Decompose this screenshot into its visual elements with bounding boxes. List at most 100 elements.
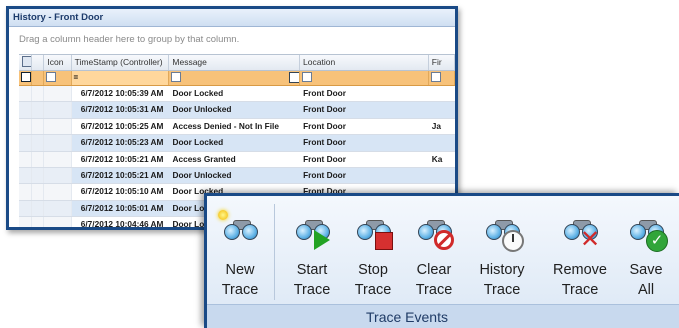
table-row[interactable]: 6/7/2012 10:05:25 AM Access Denied - Not…	[19, 118, 455, 136]
column-chooser-icon[interactable]	[22, 56, 31, 68]
row-icon-cell	[44, 217, 72, 227]
new-trace-button[interactable]: New Trace	[209, 196, 271, 304]
cell-timestamp: 6/7/2012 10:05:21 AM	[80, 153, 164, 164]
row-icon-cell	[44, 200, 72, 217]
save-all-button[interactable]: ✓ Save All	[621, 196, 671, 304]
filter-cell-spacer	[32, 71, 45, 85]
clear-filter-icon[interactable]	[21, 71, 31, 82]
row-indicator[interactable]	[19, 118, 32, 135]
save-all-icon: ✓	[626, 210, 668, 254]
row-indicator[interactable]	[19, 184, 32, 200]
column-chooser-header[interactable]	[19, 55, 32, 70]
history-window-title: History - Front Door	[9, 9, 455, 27]
cell-first-name: Ja	[431, 120, 442, 131]
cell-message: Door Unlocked	[172, 169, 232, 180]
table-row[interactable]: 6/7/2012 10:05:21 AM Door Unlocked Front…	[19, 167, 455, 185]
cell-location: Front Door	[303, 169, 346, 180]
row-indicator[interactable]	[19, 135, 32, 151]
row-spacer	[31, 135, 45, 151]
cell-timestamp: 6/7/2012 10:05:31 AM	[80, 104, 164, 115]
header-spacer	[32, 55, 45, 70]
start-trace-button[interactable]: Start Trace	[283, 196, 341, 304]
clear-filter-icon[interactable]	[289, 72, 300, 83]
cell-timestamp: 6/7/2012 10:05:23 AM	[80, 137, 164, 148]
cell-location: Front Door	[303, 153, 346, 164]
trace-ribbon: New Trace Start Trace Stop Trace Clear T…	[204, 193, 679, 328]
filter-row: = ▼	[19, 71, 455, 86]
group-by-drop-area[interactable]: Drag a column header here to group by th…	[9, 27, 455, 49]
button-label-line1: Remove	[553, 262, 607, 278]
filter-operator-icon[interactable]	[46, 71, 57, 82]
row-indicator[interactable]	[19, 151, 32, 167]
new-trace-icon	[218, 210, 260, 254]
cell-first-name	[429, 86, 455, 101]
start-trace-icon	[292, 210, 332, 254]
row-indicator[interactable]	[19, 86, 32, 102]
button-label-line2: All	[637, 282, 655, 298]
header-first-name[interactable]: Fir	[429, 55, 455, 70]
row-icon-cell	[44, 184, 72, 200]
cell-location: Front Door	[303, 120, 346, 131]
button-label-line2: Trace	[293, 282, 331, 298]
button-label-line2: Trace	[221, 282, 259, 298]
row-indicator[interactable]	[19, 200, 32, 217]
cell-location: Front Door	[303, 137, 346, 148]
filter-operator-icon[interactable]	[171, 71, 182, 82]
filter-icon-cell[interactable]	[44, 71, 72, 85]
cell-timestamp: 6/7/2012 10:04:46 AM	[80, 219, 164, 230]
header-location[interactable]: Location	[300, 55, 429, 70]
row-spacer	[31, 200, 45, 217]
button-label-line1: Start	[296, 262, 328, 278]
cell-first-name	[429, 168, 455, 183]
filter-operator-icon[interactable]	[302, 71, 313, 82]
table-row[interactable]: 6/7/2012 10:05:31 AM Door Unlocked Front…	[19, 102, 455, 119]
clear-trace-button[interactable]: Clear Trace	[405, 196, 463, 304]
grid-header-row: Icon TimeStamp (Controller) Message Loca…	[19, 54, 455, 71]
header-icon[interactable]: Icon	[44, 55, 72, 70]
cell-timestamp: 6/7/2012 10:05:01 AM	[80, 202, 164, 213]
filter-timestamp[interactable]: =	[71, 71, 170, 85]
stop-trace-button[interactable]: Stop Trace	[344, 196, 402, 304]
table-row[interactable]: 6/7/2012 10:05:21 AM Access Granted Fron…	[19, 151, 455, 168]
remove-trace-button[interactable]: ✕ Remove Trace	[545, 196, 615, 304]
ribbon-group-label-text: Trace Events	[366, 309, 448, 325]
button-label-line1: Save	[629, 262, 663, 278]
ribbon-group-label: Trace Events	[207, 304, 679, 328]
history-trace-button[interactable]: History Trace	[469, 196, 535, 304]
table-row[interactable]: 6/7/2012 10:05:23 AM Door Locked Front D…	[19, 135, 455, 152]
row-indicator[interactable]	[19, 167, 32, 184]
filter-location[interactable]	[300, 71, 429, 85]
history-trace-icon	[482, 210, 524, 254]
button-label-line2: Trace	[415, 282, 453, 298]
row-icon-cell	[44, 102, 72, 118]
clear-all-filters-cell[interactable]	[19, 71, 32, 85]
row-spacer	[31, 184, 45, 200]
filter-message[interactable]: ▼	[169, 71, 301, 85]
cell-first-name	[429, 102, 455, 117]
cell-location: Front Door	[303, 104, 346, 115]
row-icon-cell	[44, 86, 72, 102]
row-spacer	[31, 217, 45, 227]
cell-message: Access Denied - Not In File	[172, 120, 279, 131]
header-timestamp[interactable]: TimeStamp (Controller)	[72, 55, 170, 70]
filter-first-name[interactable]	[429, 71, 455, 85]
row-icon-cell	[44, 151, 72, 167]
row-indicator[interactable]	[19, 102, 32, 118]
row-spacer	[31, 86, 45, 102]
cell-location: Front Door	[303, 88, 346, 98]
cell-message: Door Unlocked	[172, 104, 232, 115]
cell-message: Door Locked	[172, 137, 224, 148]
table-row[interactable]: 6/7/2012 10:05:39 AM Door Locked Front D…	[19, 86, 455, 103]
ribbon-separator	[274, 204, 275, 300]
cell-timestamp: 6/7/2012 10:05:21 AM	[80, 169, 164, 180]
button-label-line1: New	[225, 262, 255, 278]
row-spacer	[31, 151, 45, 167]
filter-operator-icon[interactable]	[430, 71, 441, 82]
row-spacer	[31, 102, 45, 118]
remove-trace-icon: ✕	[560, 210, 600, 254]
row-spacer	[31, 167, 45, 184]
header-message[interactable]: Message	[169, 55, 301, 70]
cell-timestamp: 6/7/2012 10:05:25 AM	[80, 120, 164, 131]
cell-timestamp: 6/7/2012 10:05:39 AM	[80, 88, 164, 98]
row-indicator[interactable]	[19, 217, 32, 227]
